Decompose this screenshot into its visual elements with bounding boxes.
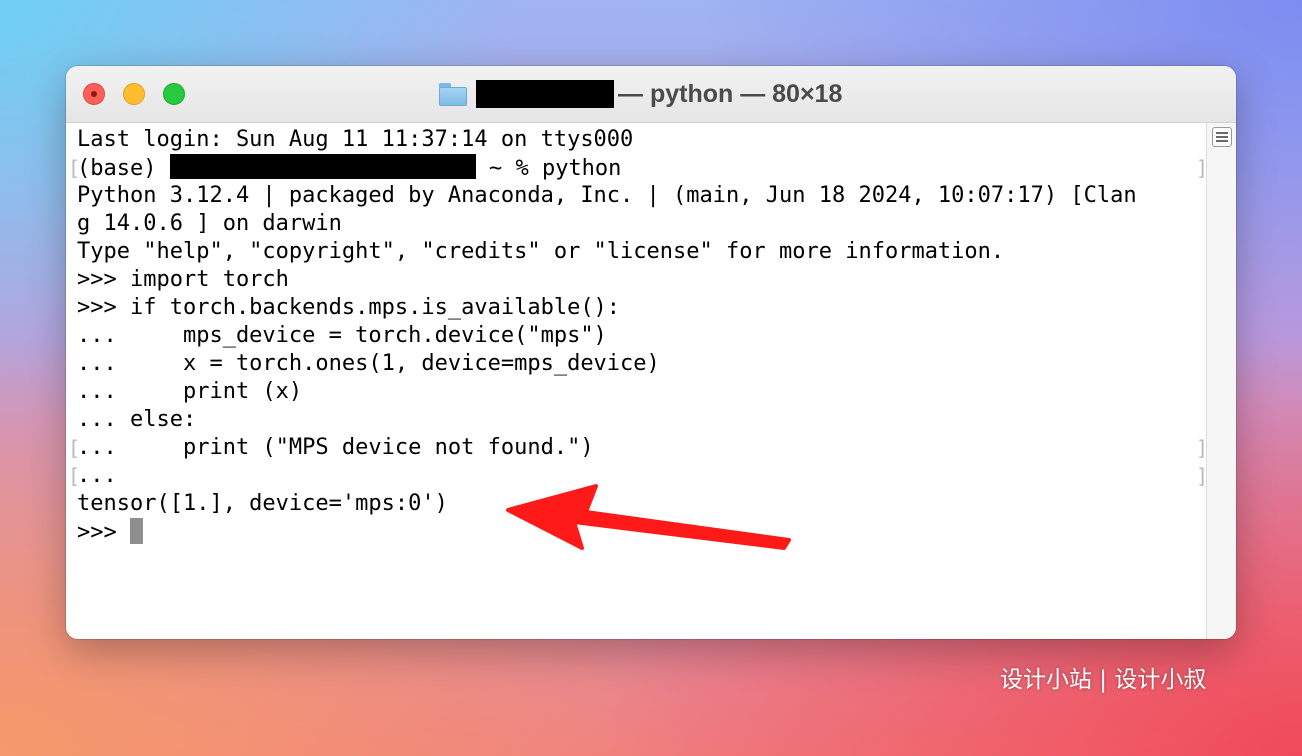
watermark-text: 设计小站 | 设计小叔: [1000, 667, 1207, 693]
annotation-arrow: [501, 479, 796, 555]
